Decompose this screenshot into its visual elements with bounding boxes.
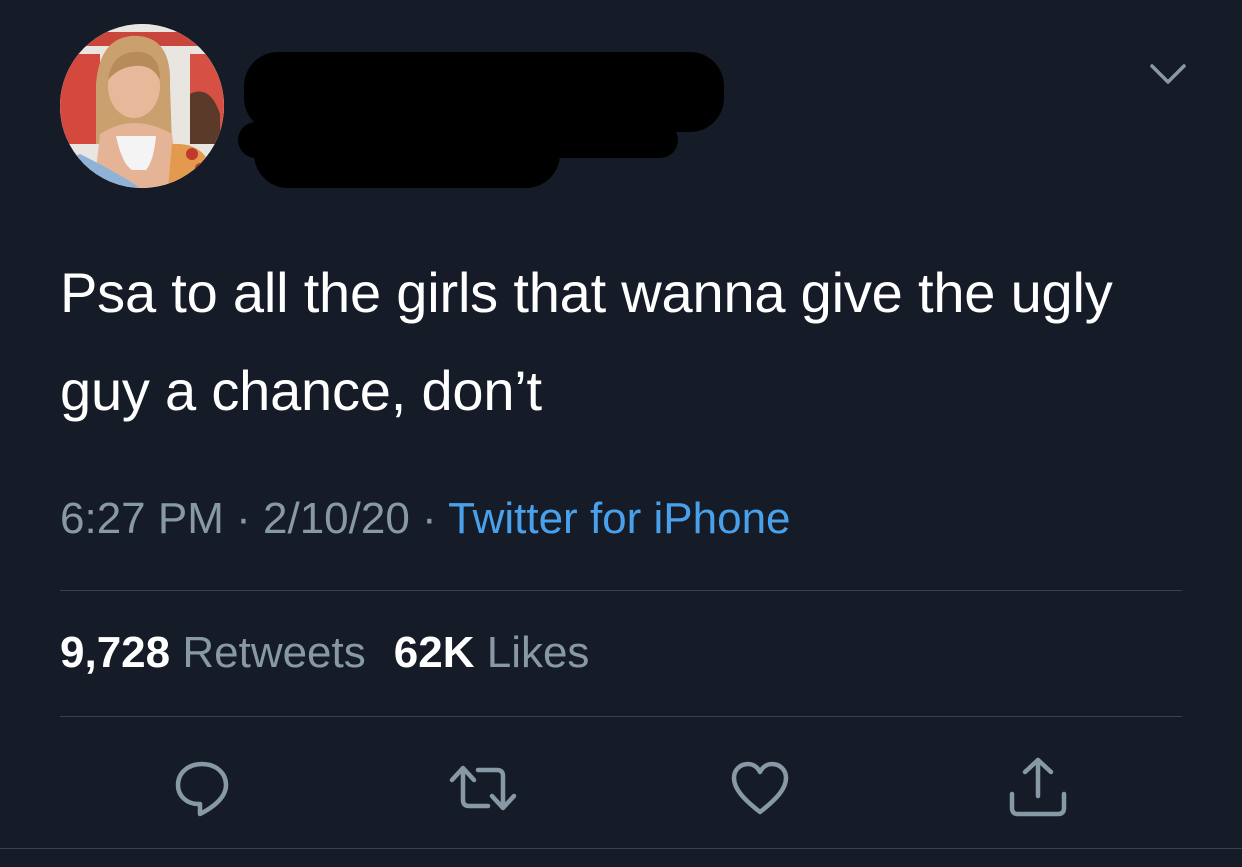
tweet-text: Psa to all the girls that wanna give the… (60, 261, 1113, 422)
divider (60, 590, 1182, 591)
tweet-stats: 9,728 Retweets 62K Likes (60, 628, 589, 678)
tweet-meta: 6:27 PM · 2/10/20 · Twitter for iPhone (60, 494, 791, 544)
share-icon[interactable] (1006, 756, 1070, 820)
tweet-source-link[interactable]: Twitter for iPhone (448, 494, 790, 543)
tweet-time: 6:27 PM (60, 494, 224, 543)
redacted-username (238, 52, 724, 188)
meta-separator: · (422, 494, 437, 543)
retweet-icon[interactable] (448, 756, 518, 820)
tweet-date: 2/10/20 (263, 494, 410, 543)
heart-icon[interactable] (728, 756, 792, 820)
reply-icon[interactable] (170, 756, 234, 820)
meta-separator: · (236, 494, 251, 543)
avatar-photo (60, 24, 224, 188)
bottom-divider (0, 848, 1242, 849)
retweets-count: 9,728 (60, 628, 171, 677)
retweets-stat[interactable]: 9,728 Retweets (60, 628, 366, 677)
likes-stat[interactable]: 62K Likes (394, 628, 590, 677)
avatar[interactable] (60, 24, 224, 188)
retweets-label: Retweets (182, 628, 366, 677)
divider (60, 716, 1182, 717)
chevron-down-icon[interactable] (1148, 60, 1188, 88)
likes-label: Likes (486, 628, 590, 677)
likes-count: 62K (393, 628, 475, 677)
